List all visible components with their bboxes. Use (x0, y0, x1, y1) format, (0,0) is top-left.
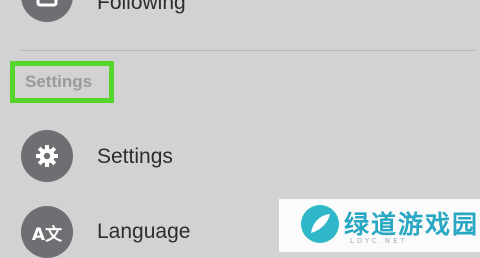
settings-label: Settings (97, 145, 173, 168)
language-icon-circle: A文 (21, 206, 73, 258)
translate-icon: A文 (31, 224, 63, 245)
following-icon-circle (21, 0, 73, 22)
menu-item-settings[interactable]: Settings (0, 110, 480, 182)
language-label: Language (97, 220, 191, 243)
list-icon (36, 0, 58, 7)
settings-icon-circle (21, 130, 73, 182)
watermark-logo-icon (301, 205, 339, 243)
gear-icon (36, 145, 58, 167)
following-label: Following (97, 0, 186, 14)
menu-item-following[interactable]: Following (0, 0, 480, 40)
watermark-title: 绿道游戏园 (344, 210, 480, 239)
section-header-label: Settings (25, 72, 93, 91)
watermark-subtitle: LDYC.NET (350, 237, 408, 245)
divider (20, 50, 476, 51)
settings-section-header: Settings (10, 61, 114, 103)
